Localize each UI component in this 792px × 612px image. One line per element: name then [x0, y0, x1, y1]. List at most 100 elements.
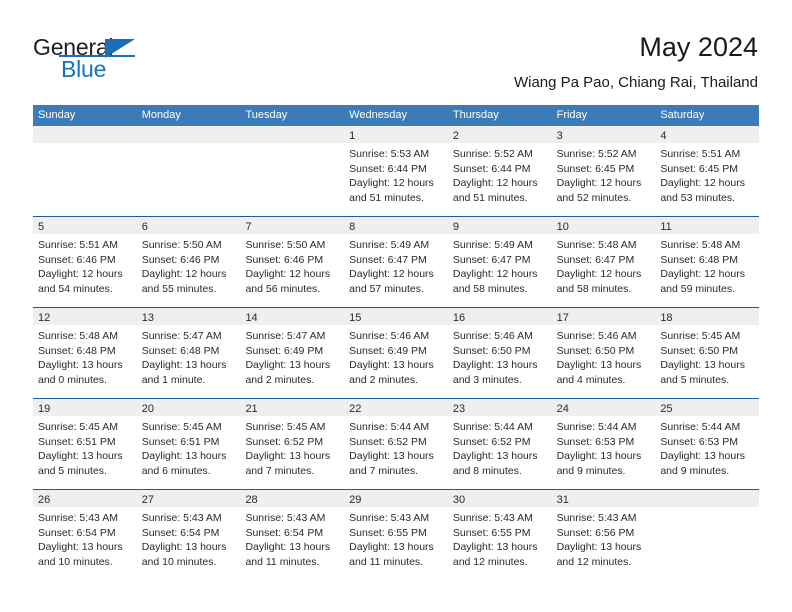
calendar-day-cell[interactable]: 31 Sunrise: 5:43 AM Sunset: 6:56 PM Dayligh… [551, 490, 656, 580]
day-number-band: 22 [344, 399, 448, 416]
day-detail-line: Sunrise: 5:44 AM [556, 421, 637, 433]
day-number-band: 28 [240, 490, 345, 507]
day-detail-line: Sunrise: 5:46 AM [349, 330, 430, 342]
calendar-day-cell[interactable]: 1 Sunrise: 5:53 AM Sunset: 6:44 PM Daylight… [344, 126, 448, 216]
calendar-day-cell[interactable]: 24 Sunrise: 5:44 AM Sunset: 6:53 PM Dayligh… [551, 399, 656, 489]
day-detail-line: Sunrise: 5:44 AM [349, 421, 430, 433]
day-detail-line: Daylight: 13 hours [660, 359, 745, 372]
calendar-day-cell[interactable]: 26 Sunrise: 5:43 AM Sunset: 6:54 PM Dayligh… [33, 490, 137, 580]
brand-logo[interactable]: General Blue [33, 34, 263, 94]
day-detail-line: Sunrise: 5:44 AM [660, 421, 741, 433]
day-number-band: 20 [136, 399, 241, 416]
calendar-day-cell[interactable]: 2 Sunrise: 5:52 AM Sunset: 6:44 PM Daylight… [447, 126, 552, 216]
calendar-day-cell[interactable]: 18 Sunrise: 5:45 AM Sunset: 6:50 PM Dayligh… [655, 308, 760, 398]
day-detail-line: Daylight: 13 hours [141, 450, 227, 463]
weekday-header-monday: Monday [141, 109, 181, 121]
calendar-day-cell[interactable]: 14 Sunrise: 5:47 AM Sunset: 6:49 PM Dayligh… [240, 308, 345, 398]
day-detail-line: and 11 minutes. [245, 555, 320, 568]
day-number-band: 21 [240, 399, 345, 416]
calendar-day-cell[interactable]: 10 Sunrise: 5:48 AM Sunset: 6:47 PM Dayligh… [551, 217, 656, 307]
calendar-day-cell[interactable]: 20 Sunrise: 5:45 AM Sunset: 6:51 PM Dayligh… [136, 399, 241, 489]
day-detail-line: Sunrise: 5:49 AM [452, 239, 533, 251]
day-detail-line: Daylight: 12 hours [38, 268, 123, 281]
calendar-day-cell[interactable]: 25 Sunrise: 5:44 AM Sunset: 6:53 PM Dayligh… [655, 399, 760, 489]
day-detail-line: Sunset: 6:50 PM [660, 344, 738, 357]
day-number: 16 [452, 312, 466, 324]
calendar-day-cell[interactable]: 29 Sunrise: 5:43 AM Sunset: 6:55 PM Dayligh… [344, 490, 448, 580]
day-detail-line: Sunrise: 5:43 AM [245, 512, 326, 524]
calendar-day-cell[interactable]: 15 Sunrise: 5:46 AM Sunset: 6:49 PM Dayligh… [344, 308, 448, 398]
calendar-day-cell[interactable]: 19 Sunrise: 5:45 AM Sunset: 6:51 PM Dayligh… [33, 399, 137, 489]
day-detail-line: Sunset: 6:54 PM [141, 526, 220, 539]
calendar-day-cell[interactable]: 4 Sunrise: 5:51 AM Sunset: 6:45 PM Daylight… [655, 126, 760, 216]
day-number: 13 [141, 312, 154, 324]
day-details: Sunrise: 5:51 AM Sunset: 6:45 PM Daylight:… [655, 143, 759, 205]
day-details: Sunrise: 5:46 AM Sunset: 6:50 PM Daylight:… [552, 325, 656, 387]
day-number: 1 [349, 130, 356, 142]
calendar-day-cell[interactable]: 6 Sunrise: 5:50 AM Sunset: 6:46 PM Daylight… [136, 217, 241, 307]
day-detail-line: Sunset: 6:47 PM [556, 253, 635, 266]
day-detail-line: and 58 minutes. [556, 282, 632, 295]
day-detail-line: Sunset: 6:54 PM [38, 526, 116, 539]
day-detail-line: Sunset: 6:50 PM [452, 344, 531, 357]
calendar-day-cell[interactable]: 7 Sunrise: 5:50 AM Sunset: 6:46 PM Daylight… [240, 217, 345, 307]
day-detail-line: Sunset: 6:56 PM [556, 526, 635, 539]
day-details: Sunrise: 5:43 AM Sunset: 6:55 PM Daylight:… [344, 507, 448, 569]
day-number-band [240, 126, 345, 143]
day-detail-line: Daylight: 12 hours [452, 177, 538, 190]
day-number: 23 [452, 403, 466, 415]
day-detail-line: and 9 minutes. [660, 464, 730, 477]
day-detail-line: Sunrise: 5:52 AM [556, 148, 637, 160]
day-details: Sunrise: 5:44 AM Sunset: 6:52 PM Daylight:… [344, 416, 448, 478]
day-detail-line: and 5 minutes. [38, 464, 107, 477]
calendar-day-cell[interactable]: 16 Sunrise: 5:46 AM Sunset: 6:50 PM Dayligh… [447, 308, 552, 398]
calendar-day-cell[interactable]: 5 Sunrise: 5:51 AM Sunset: 6:46 PM Daylight… [33, 217, 137, 307]
calendar-day-cell[interactable]: 17 Sunrise: 5:46 AM Sunset: 6:50 PM Dayligh… [551, 308, 656, 398]
calendar-day-cell[interactable]: 22 Sunrise: 5:44 AM Sunset: 6:52 PM Dayligh… [344, 399, 448, 489]
calendar-day-cell[interactable]: 23 Sunrise: 5:44 AM Sunset: 6:52 PM Dayligh… [447, 399, 552, 489]
day-detail-line: Sunrise: 5:48 AM [660, 239, 741, 251]
day-number-band: 18 [655, 308, 760, 325]
day-detail-line: Sunrise: 5:46 AM [556, 330, 637, 342]
calendar-day-cell[interactable]: 9 Sunrise: 5:49 AM Sunset: 6:47 PM Daylight… [447, 217, 552, 307]
day-details: Sunrise: 5:46 AM Sunset: 6:49 PM Daylight:… [344, 325, 448, 387]
calendar-day-cell[interactable]: 11 Sunrise: 5:48 AM Sunset: 6:48 PM Dayligh… [655, 217, 760, 307]
day-detail-line: and 56 minutes. [245, 282, 321, 295]
calendar-day-cell[interactable]: 8 Sunrise: 5:49 AM Sunset: 6:47 PM Daylight… [344, 217, 448, 307]
calendar-week-row: 5 Sunrise: 5:51 AM Sunset: 6:46 PM Daylight… [33, 216, 760, 307]
day-detail-line: Sunrise: 5:49 AM [349, 239, 430, 251]
day-detail-line: Sunset: 6:49 PM [245, 344, 324, 357]
day-details: Sunrise: 5:52 AM Sunset: 6:44 PM Daylight:… [448, 143, 552, 205]
day-number: 19 [38, 403, 51, 415]
calendar-day-cell[interactable]: 13 Sunrise: 5:47 AM Sunset: 6:48 PM Dayligh… [136, 308, 241, 398]
day-detail-line: and 10 minutes. [141, 555, 217, 568]
calendar-day-cell[interactable]: 30 Sunrise: 5:43 AM Sunset: 6:55 PM Dayligh… [447, 490, 552, 580]
weekday-header-friday: Friday [556, 109, 588, 121]
day-number: 9 [452, 221, 459, 233]
calendar-day-cell[interactable]: 12 Sunrise: 5:48 AM Sunset: 6:48 PM Dayligh… [33, 308, 137, 398]
day-detail-line: and 59 minutes. [660, 282, 736, 295]
day-details: Sunrise: 5:50 AM Sunset: 6:46 PM Daylight:… [137, 234, 241, 296]
day-details: Sunrise: 5:44 AM Sunset: 6:53 PM Daylight:… [655, 416, 759, 478]
calendar-day-cell[interactable]: 21 Sunrise: 5:45 AM Sunset: 6:52 PM Dayligh… [240, 399, 345, 489]
weekday-header-tuesday: Tuesday [245, 109, 288, 121]
day-number: 21 [245, 403, 258, 415]
day-detail-line: Sunrise: 5:47 AM [141, 330, 222, 342]
day-detail-line: Sunset: 6:48 PM [660, 253, 738, 266]
day-detail-line: and 12 minutes. [556, 555, 632, 568]
day-detail-line: Sunset: 6:44 PM [452, 162, 531, 175]
calendar-day-cell[interactable]: 28 Sunrise: 5:43 AM Sunset: 6:54 PM Dayligh… [240, 490, 345, 580]
day-number-band: 6 [136, 217, 241, 234]
calendar-week-row: 12 Sunrise: 5:48 AM Sunset: 6:48 PM Dayligh… [33, 307, 760, 398]
day-number: 3 [556, 130, 563, 142]
calendar-week-row: 1 Sunrise: 5:53 AM Sunset: 6:44 PM Daylight… [33, 126, 760, 216]
day-detail-line: and 2 minutes. [349, 373, 419, 386]
day-detail-line: Daylight: 13 hours [349, 359, 434, 372]
calendar-day-cell[interactable]: 3 Sunrise: 5:52 AM Sunset: 6:45 PM Daylight… [551, 126, 656, 216]
day-number-band: 10 [551, 217, 656, 234]
day-number-band: 7 [240, 217, 345, 234]
day-number: 15 [349, 312, 362, 324]
calendar-day-cell[interactable]: 27 Sunrise: 5:43 AM Sunset: 6:54 PM Dayligh… [136, 490, 241, 580]
day-detail-line: Sunrise: 5:43 AM [141, 512, 222, 524]
day-detail-line: Sunset: 6:46 PM [38, 253, 116, 266]
